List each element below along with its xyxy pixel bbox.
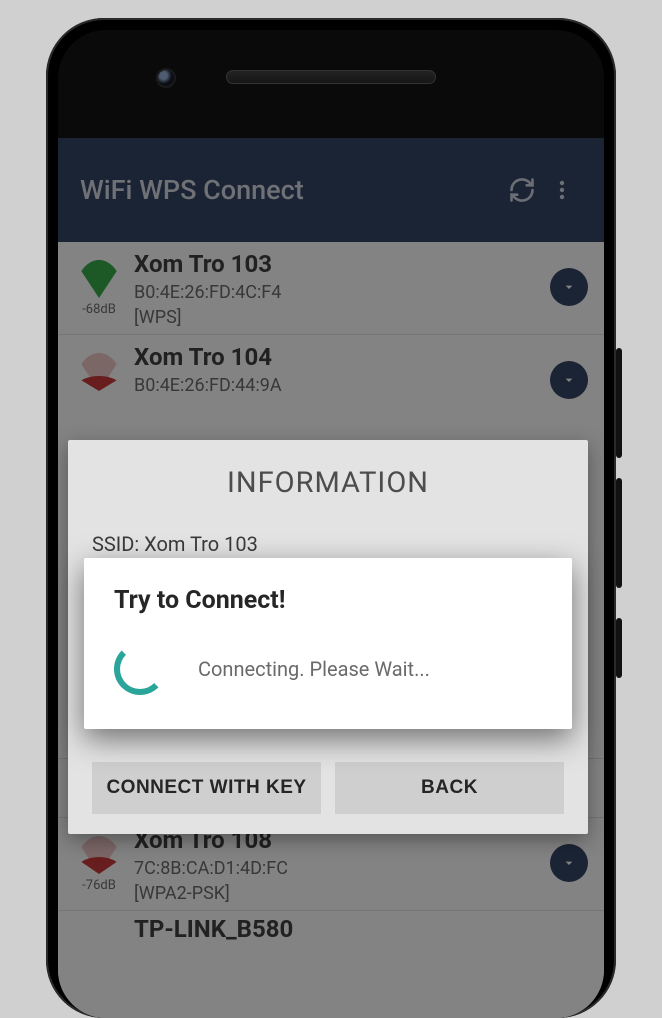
phone-side-button (616, 348, 622, 458)
phone-side-button (616, 478, 622, 588)
connecting-message: Connecting. Please Wait... (198, 657, 430, 681)
phone-side-button (616, 618, 622, 678)
connecting-title: Try to Connect! (114, 586, 542, 615)
dialog-title: INFORMATION (92, 466, 564, 500)
app-screen: WiFi WPS Connect (58, 138, 604, 1018)
spinner-icon (114, 643, 166, 695)
connect-with-key-button[interactable]: CONNECT WITH KEY (92, 762, 321, 814)
phone-camera (156, 68, 176, 88)
dialog-ssid-line: SSID: Xom Tro 103 (92, 532, 564, 556)
back-button[interactable]: BACK (335, 762, 564, 814)
connecting-dialog: Try to Connect! Connecting. Please Wait.… (84, 558, 572, 729)
phone-speaker (226, 70, 436, 84)
